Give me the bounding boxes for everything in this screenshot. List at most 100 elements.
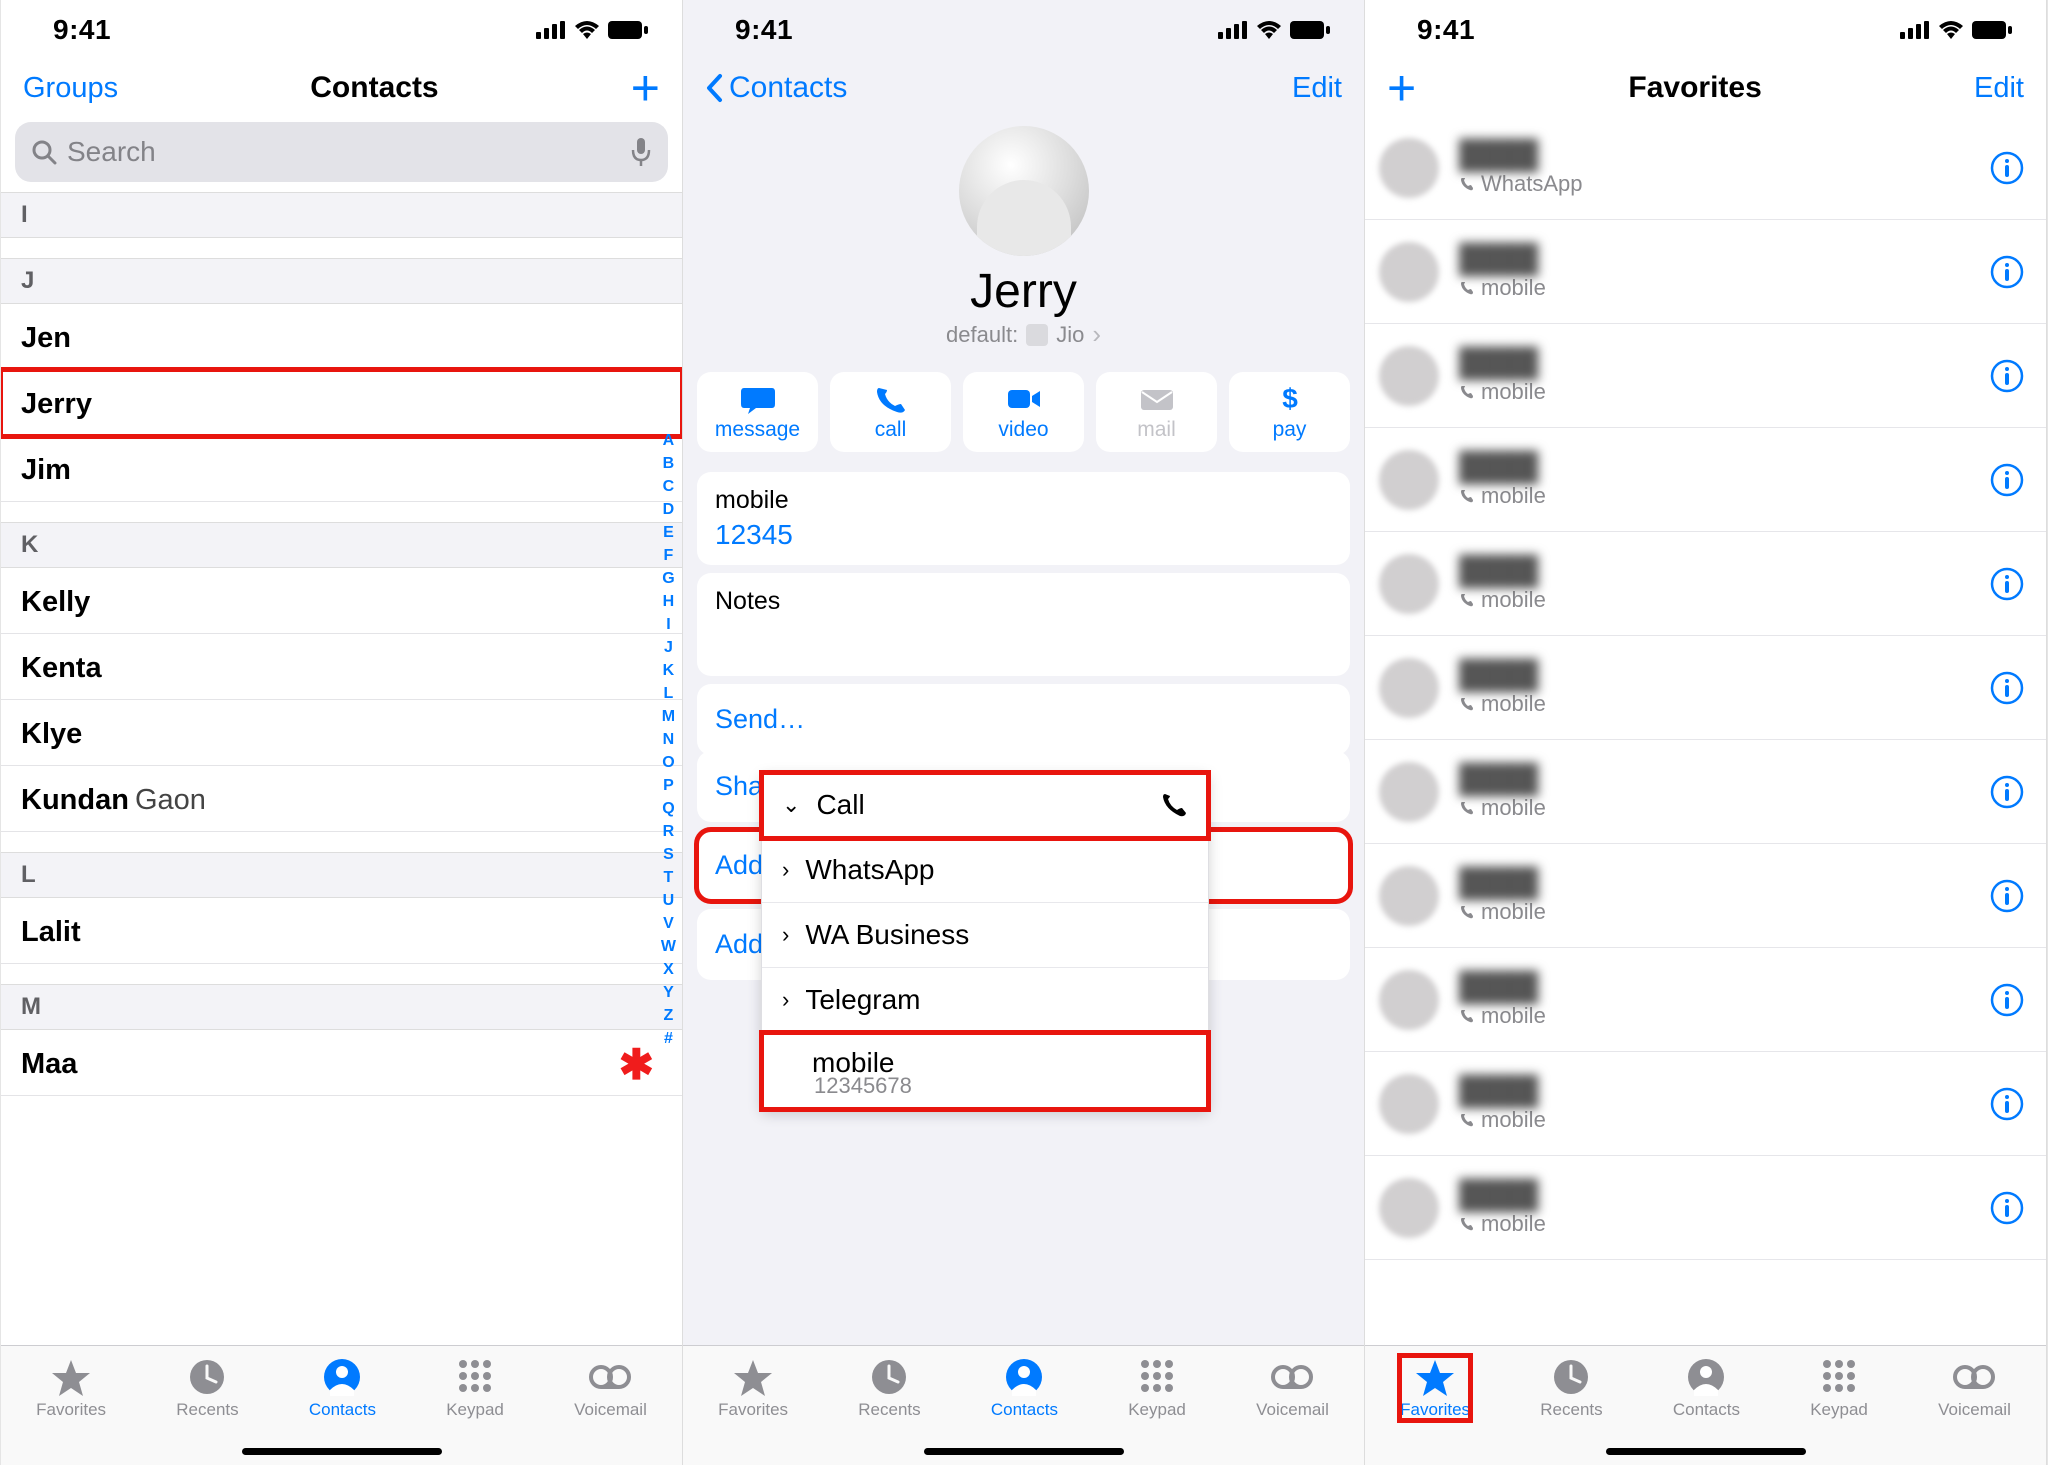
phone-icon (1459, 488, 1475, 504)
contact-row[interactable]: Kenta (1, 634, 682, 700)
info-icon[interactable] (1990, 879, 2024, 913)
home-indicator[interactable] (924, 1448, 1124, 1455)
favorite-row[interactable]: ████mobile (1365, 636, 2046, 740)
favorite-subtitle: mobile (1459, 1107, 1990, 1133)
message-button[interactable]: message (697, 372, 818, 452)
edit-button[interactable]: Edit (1292, 72, 1342, 105)
alpha-index[interactable]: ABCDEFGHIJKLMNOPQRSTUVWXYZ# (661, 432, 676, 1048)
favorite-name: ████ (1459, 1179, 1990, 1211)
contact-row[interactable]: Maa✱ (1, 1030, 682, 1096)
tab-contacts[interactable]: Contacts (991, 1356, 1058, 1420)
contact-row[interactable]: KundanGaon (1, 766, 682, 832)
signal-icon (536, 21, 566, 39)
phone-icon (1459, 592, 1475, 608)
contact-row[interactable]: Klye (1, 700, 682, 766)
info-icon[interactable] (1990, 359, 2024, 393)
tab-favorites[interactable]: Favorites (1400, 1356, 1470, 1420)
favorite-name: ████ (1459, 659, 1990, 691)
wifi-icon (1938, 21, 1964, 39)
favorite-name: ████ (1459, 243, 1990, 275)
add-contact-button[interactable]: + (631, 70, 660, 106)
info-icon[interactable] (1990, 983, 2024, 1017)
favorite-row[interactable]: ████mobile (1365, 532, 2046, 636)
contact-avatar[interactable] (959, 126, 1089, 256)
tab-favorites[interactable]: Favorites (718, 1356, 788, 1420)
tab-keypad[interactable]: Keypad (1810, 1356, 1868, 1420)
back-button[interactable]: Contacts (705, 71, 847, 105)
favorite-subtitle: WhatsApp (1459, 171, 1990, 197)
call-button[interactable]: call (830, 372, 951, 452)
info-icon[interactable] (1990, 567, 2024, 601)
favorite-row[interactable]: ████mobile (1365, 740, 2046, 844)
contact-row[interactable]: Kelly (1, 568, 682, 634)
send-message-link[interactable]: Send… (697, 684, 1350, 755)
tab-voicemail[interactable]: Voicemail (574, 1356, 647, 1420)
avatar (1379, 242, 1439, 302)
contact-row[interactable]: Jen (1, 304, 682, 370)
groups-button[interactable]: Groups (23, 72, 118, 105)
home-indicator[interactable] (242, 1448, 442, 1455)
avatar (1379, 554, 1439, 614)
favorite-name: ████ (1459, 763, 1990, 795)
tab-favorites[interactable]: Favorites (36, 1356, 106, 1420)
favorite-name: ████ (1459, 451, 1990, 483)
popup-telegram-row[interactable]: ›Telegram (762, 968, 1208, 1033)
favorite-row[interactable]: ████mobile (1365, 844, 2046, 948)
info-icon[interactable] (1990, 1191, 2024, 1225)
chevron-right-icon: › (782, 987, 789, 1013)
phone-icon (1459, 176, 1475, 192)
favorite-row[interactable]: ████mobile (1365, 220, 2046, 324)
notes-card[interactable]: Notes (697, 573, 1350, 676)
video-button[interactable]: video (963, 372, 1084, 452)
avatar (1379, 658, 1439, 718)
info-icon[interactable] (1990, 671, 2024, 705)
contact-row[interactable]: Jim (1, 436, 682, 502)
status-icons (1900, 21, 2012, 39)
info-icon[interactable] (1990, 463, 2024, 497)
tab-recents[interactable]: Recents (176, 1356, 238, 1420)
add-favorite-button[interactable]: + (1387, 70, 1416, 106)
popup-whatsapp-row[interactable]: ›WhatsApp (762, 838, 1208, 903)
favorite-row[interactable]: ████mobile (1365, 428, 2046, 532)
home-indicator[interactable] (1606, 1448, 1806, 1455)
contacts-title: Contacts (310, 71, 438, 105)
tab-keypad[interactable]: Keypad (1128, 1356, 1186, 1420)
battery-icon (1972, 21, 2012, 39)
info-icon[interactable] (1990, 1087, 2024, 1121)
mic-icon[interactable] (630, 138, 652, 166)
favorite-row[interactable]: ████WhatsApp (1365, 116, 2046, 220)
favorite-subtitle: mobile (1459, 1003, 1990, 1029)
search-input[interactable]: Search (15, 122, 668, 182)
popup-call-row[interactable]: ⌄ Call (762, 773, 1208, 838)
default-line[interactable]: default: Jio › (946, 319, 1101, 350)
chevron-right-icon: › (782, 922, 789, 948)
battery-icon (1290, 21, 1330, 39)
popup-mobile-row[interactable]: mobile 12345678 (762, 1033, 1208, 1109)
favorite-row[interactable]: ████mobile (1365, 1156, 2046, 1260)
tab-keypad[interactable]: Keypad (446, 1356, 504, 1420)
tab-bar: Favorites Recents Contacts Keypad Voicem… (1365, 1345, 2046, 1465)
phone-icon (1459, 904, 1475, 920)
popup-wabusiness-row[interactable]: ›WA Business (762, 903, 1208, 968)
pay-button[interactable]: $pay (1229, 372, 1350, 452)
chevron-right-icon: › (782, 857, 789, 883)
phone-card[interactable]: mobile 12345 (697, 472, 1350, 565)
info-icon[interactable] (1990, 775, 2024, 809)
phone-icon (1459, 280, 1475, 296)
phone-icon (1459, 696, 1475, 712)
contact-row[interactable]: Lalit (1, 898, 682, 964)
favorite-row[interactable]: ████mobile (1365, 1052, 2046, 1156)
favorite-row[interactable]: ████mobile (1365, 948, 2046, 1052)
tab-contacts[interactable]: Contacts (309, 1356, 376, 1420)
tab-recents[interactable]: Recents (1540, 1356, 1602, 1420)
info-icon[interactable] (1990, 255, 2024, 289)
tab-contacts[interactable]: Contacts (1673, 1356, 1740, 1420)
tab-voicemail[interactable]: Voicemail (1256, 1356, 1329, 1420)
edit-button[interactable]: Edit (1974, 72, 2024, 105)
info-icon[interactable] (1990, 151, 2024, 185)
contact-row-jerry[interactable]: Jerry (1, 370, 682, 436)
status-bar: 9:41 (683, 0, 1364, 60)
favorite-row[interactable]: ████mobile (1365, 324, 2046, 428)
tab-voicemail[interactable]: Voicemail (1938, 1356, 2011, 1420)
tab-recents[interactable]: Recents (858, 1356, 920, 1420)
